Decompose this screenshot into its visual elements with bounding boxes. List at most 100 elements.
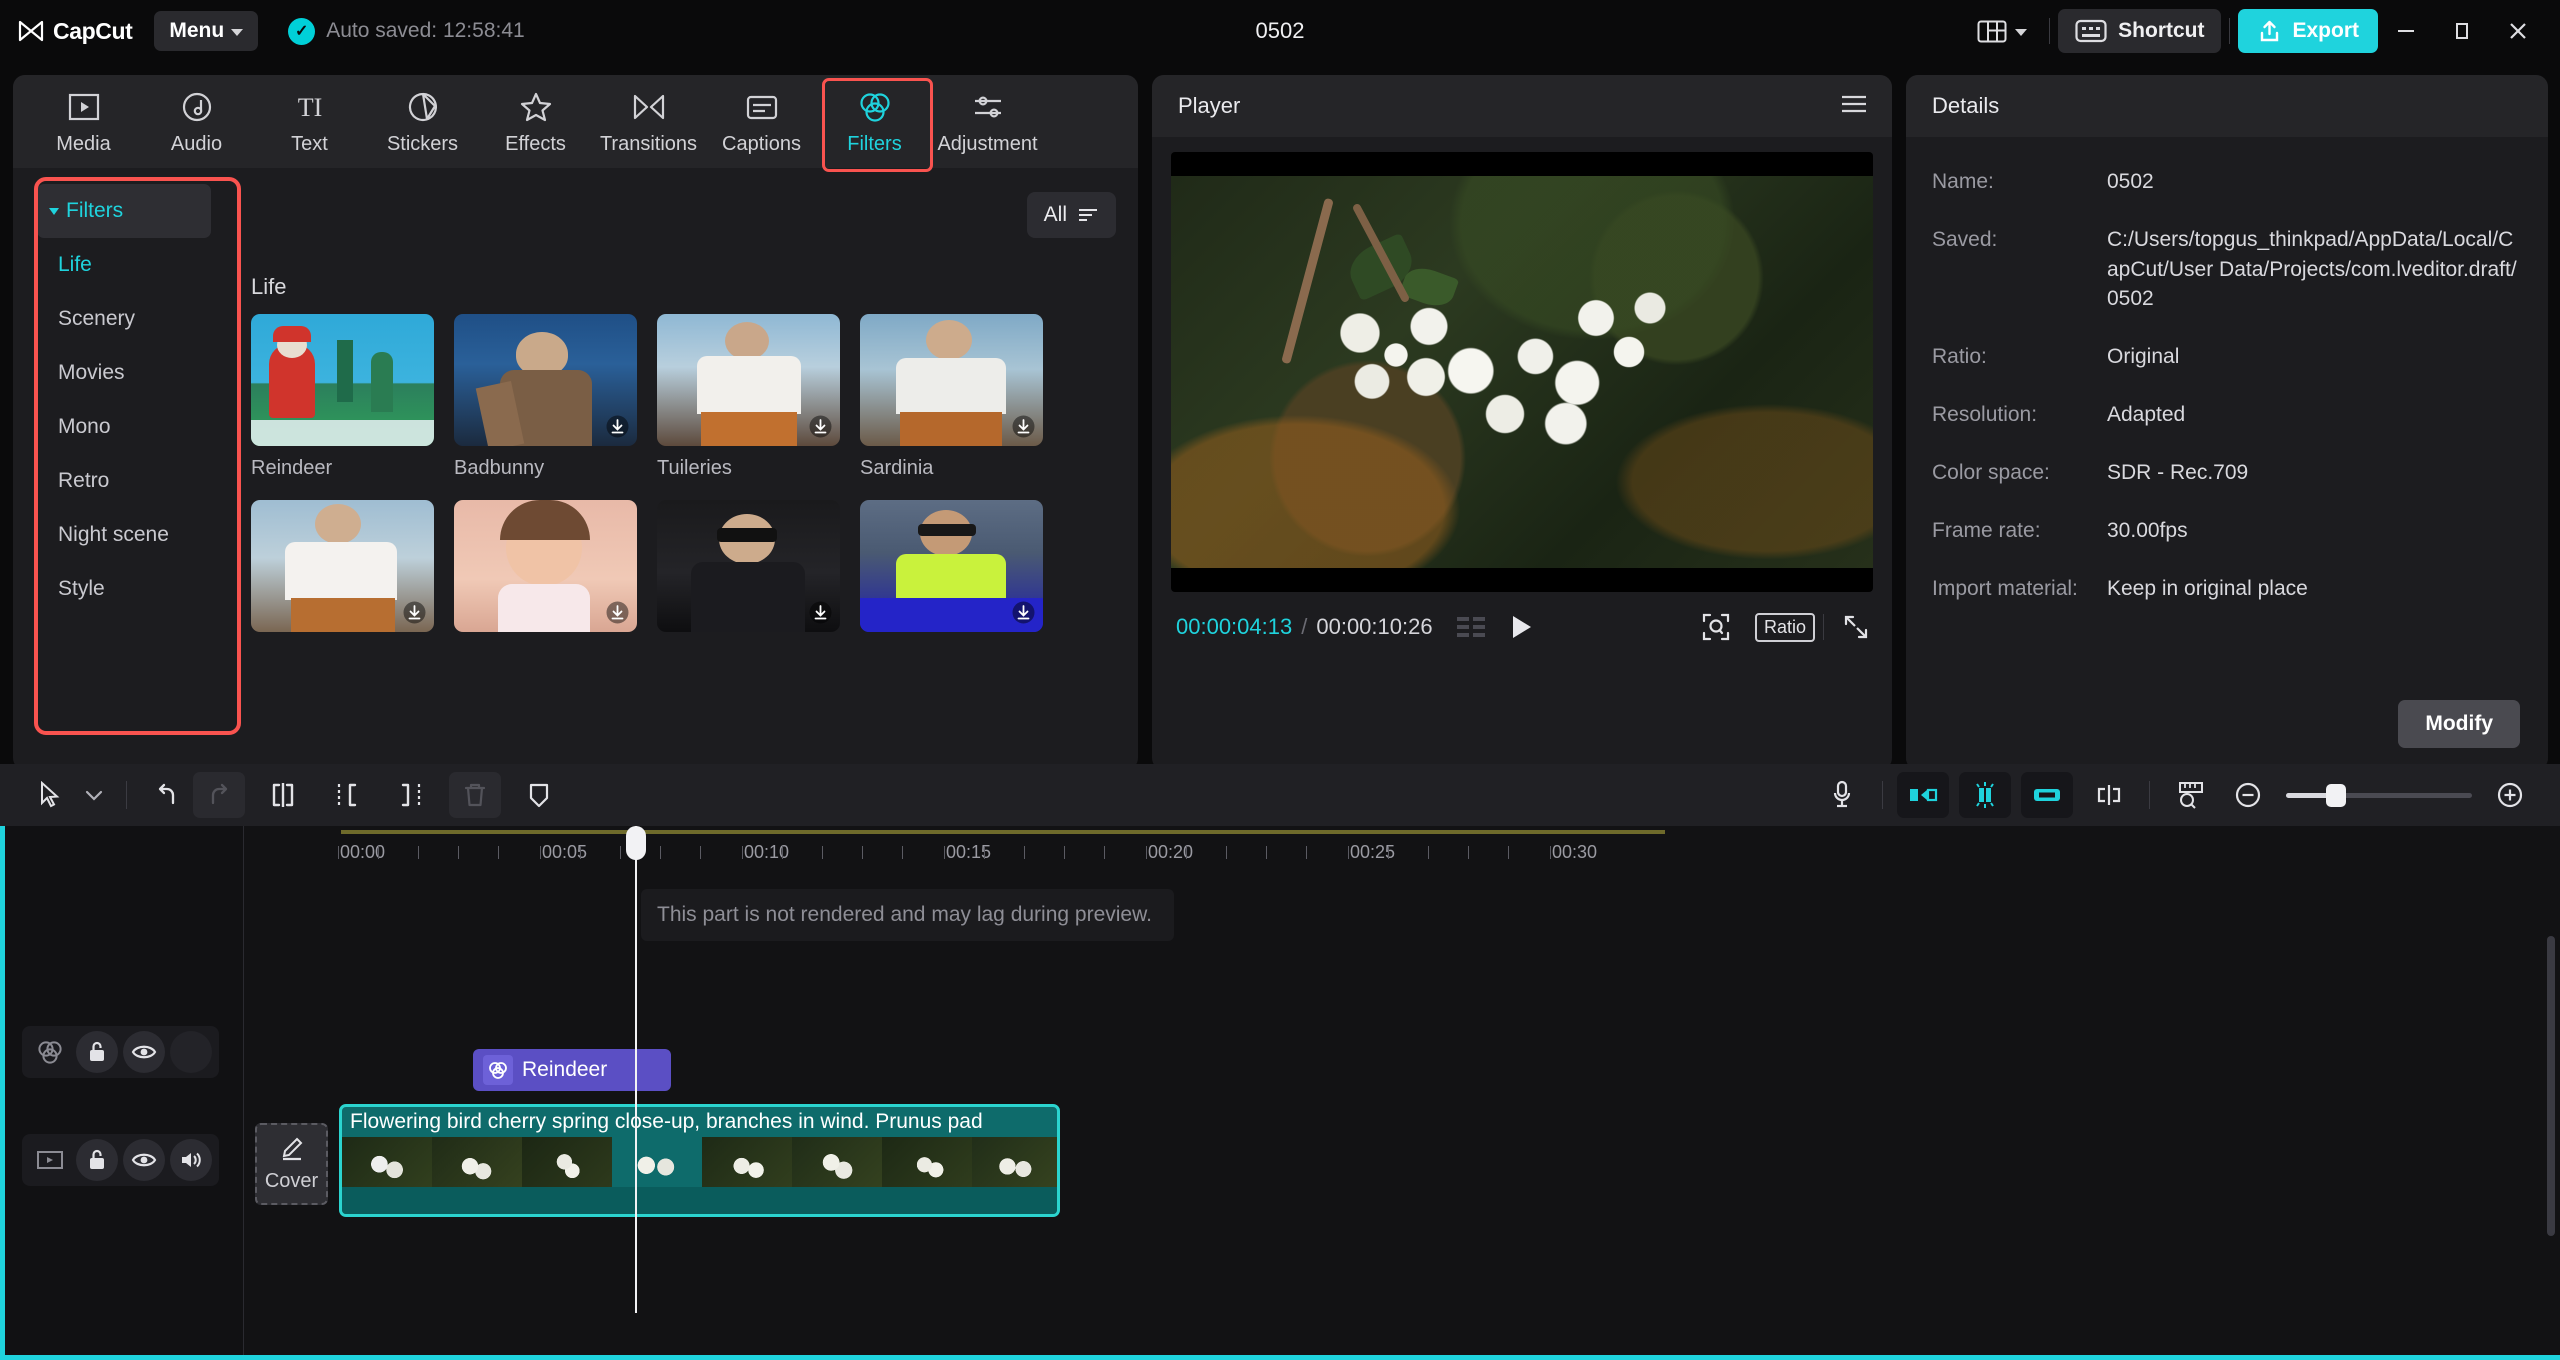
details-label: Import material: [1932,574,2107,604]
shortcut-button[interactable]: Shortcut [2058,9,2221,53]
filter-item[interactable] [657,500,840,643]
timeline-effect-clip[interactable]: Reindeer [473,1049,671,1091]
zoom-fit-icon[interactable] [1701,612,1731,642]
trim-left-button[interactable] [321,772,373,818]
category-item-retro[interactable]: Retro [37,454,211,508]
category-item-scenery[interactable]: Scenery [37,292,211,346]
tab-captions[interactable]: Captions [705,75,818,168]
record-voiceover-button[interactable] [1816,772,1868,818]
track-controls-video [22,1134,219,1186]
category-item-mono[interactable]: Mono [37,400,211,454]
download-icon[interactable] [809,601,832,624]
close-button[interactable] [2490,8,2546,54]
filter-item[interactable]: Tuileries [657,314,840,480]
category-header-filters[interactable]: Filters [37,184,211,238]
tab-text[interactable]: TI Text [253,75,366,168]
filter-item[interactable] [860,500,1043,643]
filter-thumbnail[interactable] [454,314,637,446]
filter-name: Sardinia [860,457,1043,480]
tab-audio[interactable]: Audio [140,75,253,168]
filter-thumbnail[interactable] [454,500,637,632]
download-icon[interactable] [606,601,629,624]
zoom-slider-knob[interactable] [2326,784,2346,807]
split-button[interactable] [257,772,309,818]
tab-stickers[interactable]: Stickers [366,75,479,168]
timeline-vertical-scrollbar[interactable] [2547,936,2555,1236]
zoom-to-fit-button[interactable] [2164,772,2216,818]
filter-item[interactable] [251,500,434,643]
export-button[interactable]: Export [2238,9,2378,53]
hide-track-button[interactable] [123,1139,165,1181]
filter-thumbnail[interactable] [657,314,840,446]
filter-thumbnail[interactable] [251,314,434,446]
filter-thumbnail[interactable] [860,314,1043,446]
delete-button[interactable] [449,772,501,818]
keyboard-icon [2075,19,2107,43]
menu-button[interactable]: Menu [154,11,258,51]
category-item-style[interactable]: Style [37,562,211,616]
magnetic-snap-button[interactable] [1959,772,2011,818]
capcut-logo-icon [18,20,44,42]
select-tool-dropdown[interactable] [76,772,112,818]
download-icon[interactable] [809,415,832,438]
playhead-handle[interactable] [626,826,646,860]
download-icon[interactable] [1012,415,1035,438]
tab-transitions[interactable]: Transitions [592,75,705,168]
filters-icon [29,1031,71,1073]
cover-button[interactable]: Cover [255,1123,328,1205]
hide-track-button[interactable] [123,1031,165,1073]
play-button[interactable] [1509,613,1535,641]
download-icon[interactable] [403,601,426,624]
window-bottom-accent [0,1355,2560,1360]
all-filter-button[interactable]: All [1027,192,1116,238]
timeline-ruler[interactable]: 00:00 00:05 00:10 00:15 00:20 00:25 00:3… [244,826,2560,872]
player-menu-icon[interactable] [1840,93,1868,120]
category-sidebar: Filters Life Scenery Movies Mono [13,168,235,770]
tab-effects[interactable]: Effects [479,75,592,168]
fullscreen-icon[interactable] [1842,613,1870,641]
redo-button[interactable] [193,772,245,818]
timeline-playhead[interactable] [635,826,637,1313]
left-resource-panel: Media Audio TI Text [13,75,1138,770]
player-video-stage[interactable] [1171,152,1873,592]
ratio-button[interactable]: Ratio [1755,613,1815,642]
timeline-scroll-region[interactable]: 00:00 00:05 00:10 00:15 00:20 00:25 00:3… [243,826,2560,1360]
filter-item[interactable]: Reindeer [251,314,434,480]
download-icon[interactable] [606,415,629,438]
download-icon[interactable] [1012,601,1035,624]
mute-track-button[interactable] [170,1139,212,1181]
mirror-split-button[interactable] [2083,772,2135,818]
filter-thumbnail[interactable] [860,500,1043,632]
filter-item[interactable]: Sardinia [860,314,1043,480]
maximize-button[interactable] [2434,8,2490,54]
select-tool-button[interactable] [24,772,76,818]
lock-track-button[interactable] [76,1031,118,1073]
link-clips-button[interactable] [2021,772,2073,818]
category-item-movies[interactable]: Movies [37,346,211,400]
zoom-out-button[interactable] [2222,772,2274,818]
tab-adjustment[interactable]: Adjustment [931,75,1044,168]
auto-snap-left-button[interactable] [1897,772,1949,818]
filter-item[interactable]: Badbunny [454,314,637,480]
ruler-tick: 00:30 [1552,842,1597,863]
minimize-button[interactable] [2378,8,2434,54]
filter-thumbnail[interactable] [657,500,840,632]
timeline-zoom-slider[interactable] [2286,793,2472,798]
modify-button[interactable]: Modify [2398,700,2520,748]
category-item-night-scene[interactable]: Night scene [37,508,211,562]
undo-button[interactable] [141,772,193,818]
layout-switch-button[interactable] [1963,11,2041,51]
category-item-life[interactable]: Life [37,238,211,292]
frame-view-icon[interactable] [1455,614,1487,640]
filmstrip-frame [882,1137,972,1193]
marker-button[interactable] [513,772,565,818]
filter-item[interactable] [454,500,637,643]
tab-label: Transitions [600,133,697,156]
trim-right-button[interactable] [385,772,437,818]
lock-track-button[interactable] [76,1139,118,1181]
zoom-in-button[interactable] [2484,772,2536,818]
tab-media[interactable]: Media [27,75,140,168]
tab-filters[interactable]: Filters [818,75,931,168]
filter-thumbnail[interactable] [251,500,434,632]
timeline-video-clip[interactable]: Flowering bird cherry spring close-up, b… [339,1104,1060,1217]
